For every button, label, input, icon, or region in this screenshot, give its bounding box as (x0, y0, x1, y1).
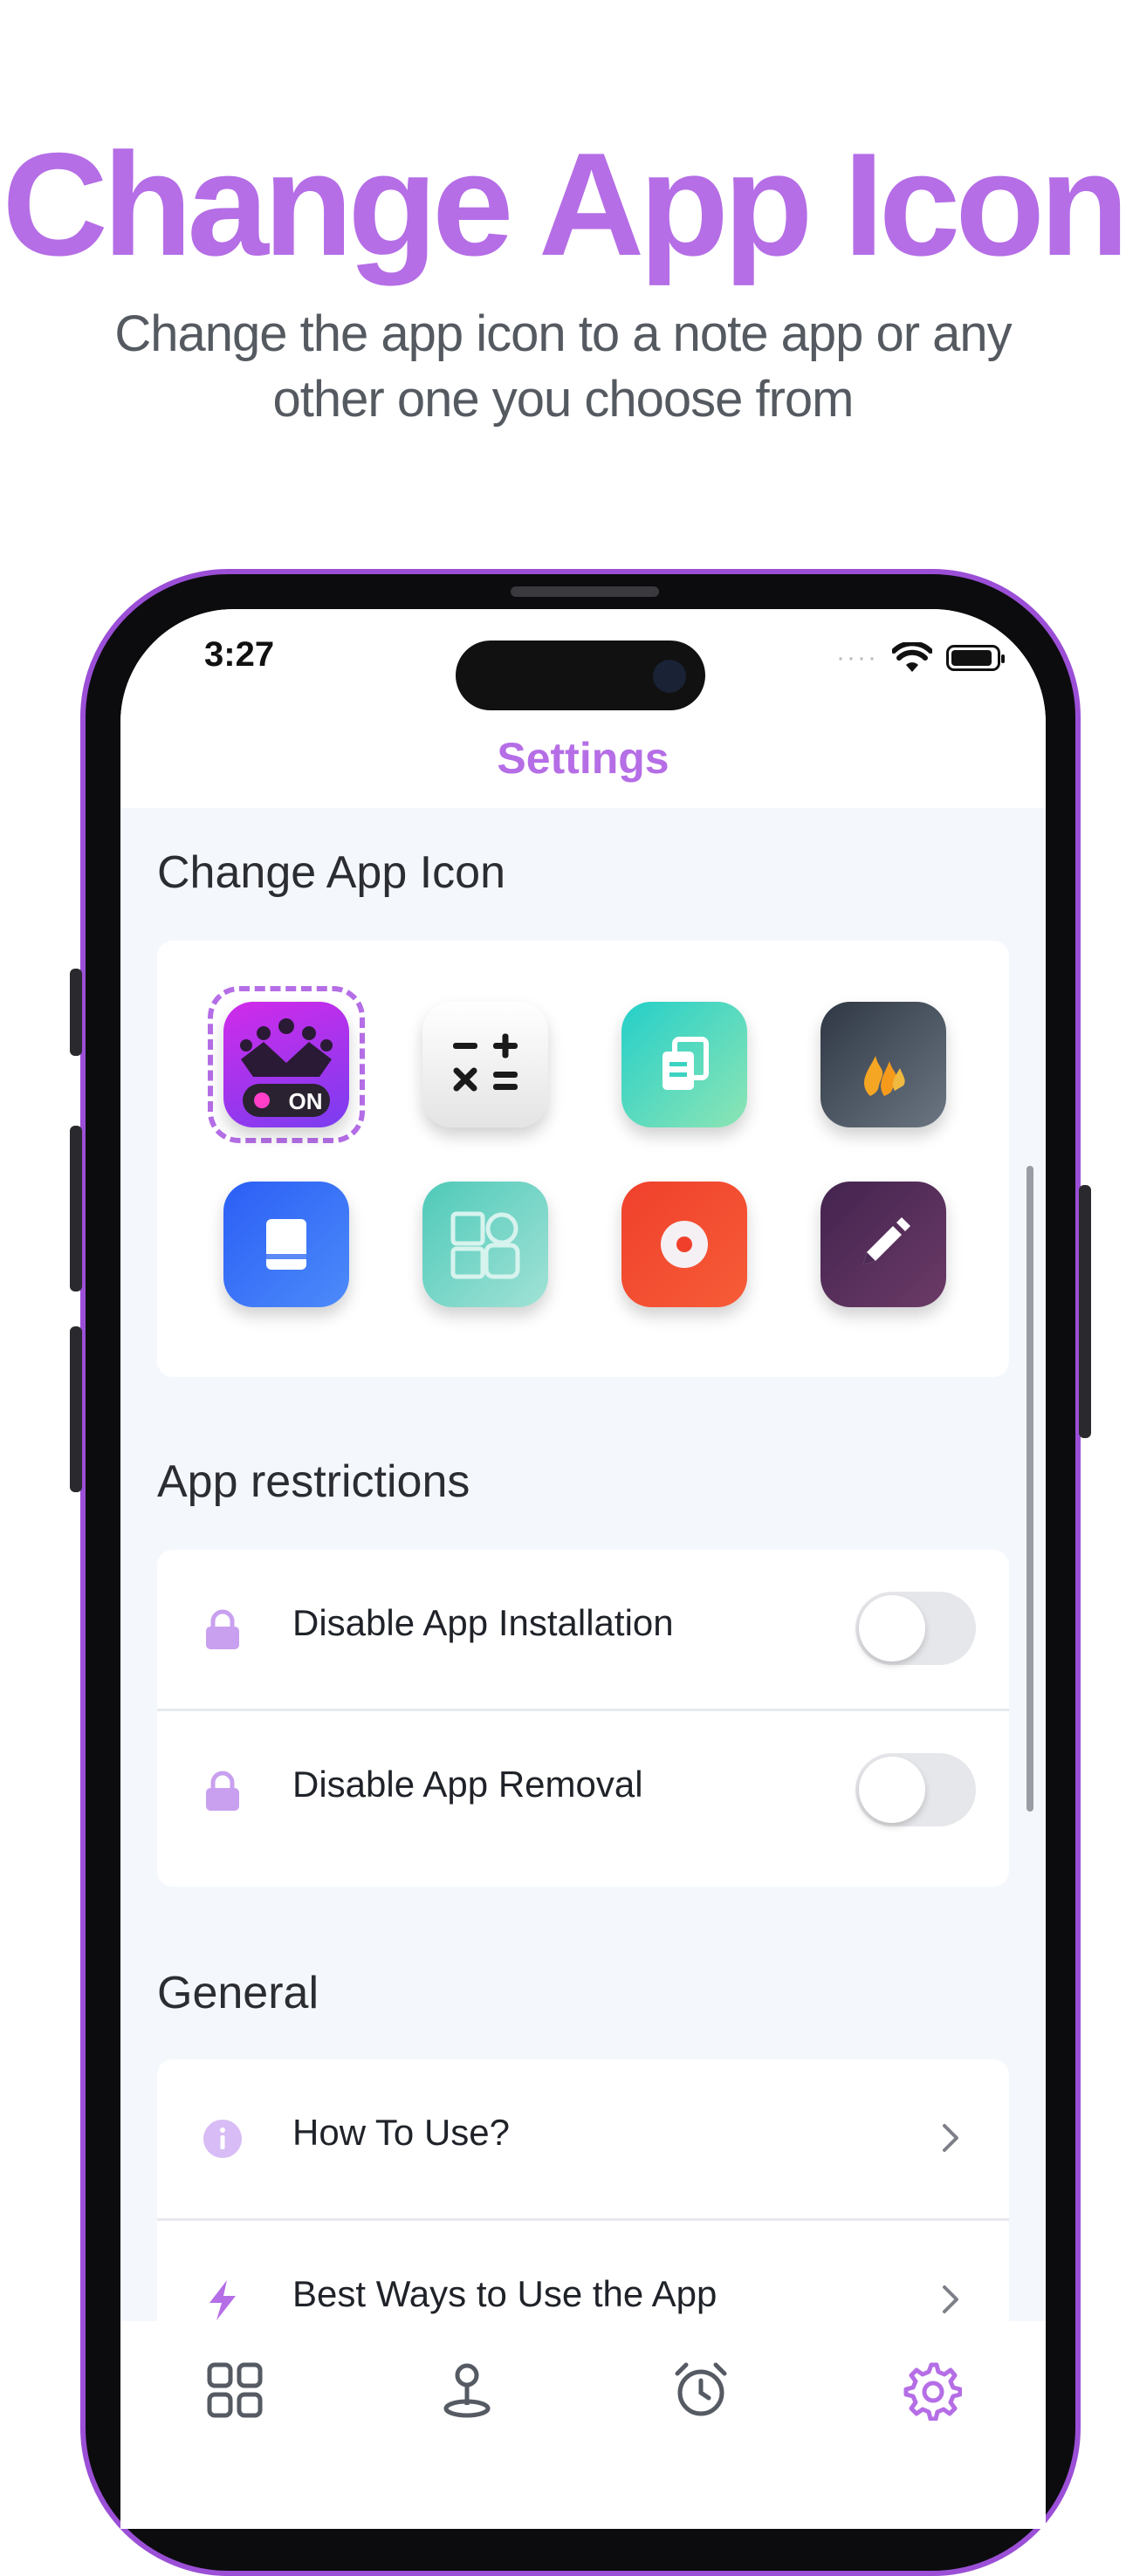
flame-icon[interactable] (820, 1002, 946, 1127)
alarm-clock-icon[interactable] (670, 2360, 731, 2421)
toggle-knob (859, 1595, 925, 1661)
nav-title: Settings (497, 734, 669, 783)
pencil-icon[interactable] (820, 1182, 946, 1307)
phone-power-button (1079, 1185, 1091, 1438)
section-title-change-icon: Change App Icon (157, 847, 505, 898)
wifi-icon (892, 642, 932, 672)
status-icons: ···· (836, 642, 1005, 674)
phone-speaker (511, 586, 659, 597)
section-title-restrictions: App restrictions (157, 1456, 470, 1507)
toggle-knob (859, 1757, 925, 1823)
lock-icon (206, 1771, 239, 1811)
info-icon (203, 2120, 242, 2158)
row-how-to-use[interactable]: How To Use? (157, 2059, 1009, 2218)
chevron-right-icon (943, 2124, 958, 2152)
shapes-icon[interactable] (422, 1182, 548, 1307)
toggle-disable-removal[interactable] (855, 1753, 976, 1826)
row-disable-removal: Disable App Removal (157, 1711, 1009, 1870)
scrollbar[interactable] (1026, 1166, 1033, 1812)
battery-icon (946, 645, 1005, 671)
hero-subtitle-line-2: other one you choose from (272, 371, 855, 428)
phone-volume-up-button (70, 1126, 82, 1291)
signal-icon: ···· (836, 643, 878, 672)
crown-people-icon: ON (240, 1018, 333, 1117)
hero-subtitle: Change the app icon to a note app or any… (96, 301, 1030, 432)
status-time: 3:27 (204, 635, 275, 674)
toggle-disable-installation[interactable] (855, 1592, 976, 1665)
row-label: Disable App Removal (292, 1764, 643, 1805)
phone-side-button (70, 969, 82, 1056)
lightning-icon (209, 2280, 236, 2320)
app-icon-default[interactable]: ON (223, 1002, 349, 1127)
top-bar: 3:27 ···· Settings (120, 609, 1046, 808)
tab-bar (120, 2321, 1046, 2529)
section-title-general: General (157, 1968, 319, 2018)
phone-volume-down-button (70, 1326, 82, 1492)
gear-icon[interactable] (901, 2360, 962, 2421)
row-label: How To Use? (292, 2112, 511, 2153)
book-icon[interactable] (223, 1182, 349, 1307)
lock-icon (206, 1609, 239, 1649)
grid-icon[interactable] (204, 2360, 265, 2421)
restrictions-card: Disable App Installation Disable App Rem… (157, 1550, 1009, 1887)
phone-screen: 3:27 ···· Settings Change App Icon ON Ap… (120, 609, 1046, 2529)
row-disable-installation: Disable App Installation (157, 1550, 1009, 1709)
row-label: Best Ways to Use the App (292, 2273, 717, 2314)
svg-text:ON: ON (289, 1088, 323, 1114)
camera-icon (653, 660, 686, 693)
icon-picker-card: ON (157, 941, 1009, 1377)
hero-subtitle-line-1: Change the app icon to a note app or any (114, 305, 1012, 362)
row-label: Disable App Installation (292, 1602, 674, 1643)
chevron-right-icon (943, 2285, 958, 2313)
location-pin-icon[interactable] (436, 2360, 498, 2421)
record-icon[interactable] (621, 1182, 747, 1307)
calculator-icon[interactable] (422, 1002, 548, 1127)
hero-title: Change App Icon (2, 122, 1126, 286)
copy-notes-icon[interactable] (621, 1002, 747, 1127)
